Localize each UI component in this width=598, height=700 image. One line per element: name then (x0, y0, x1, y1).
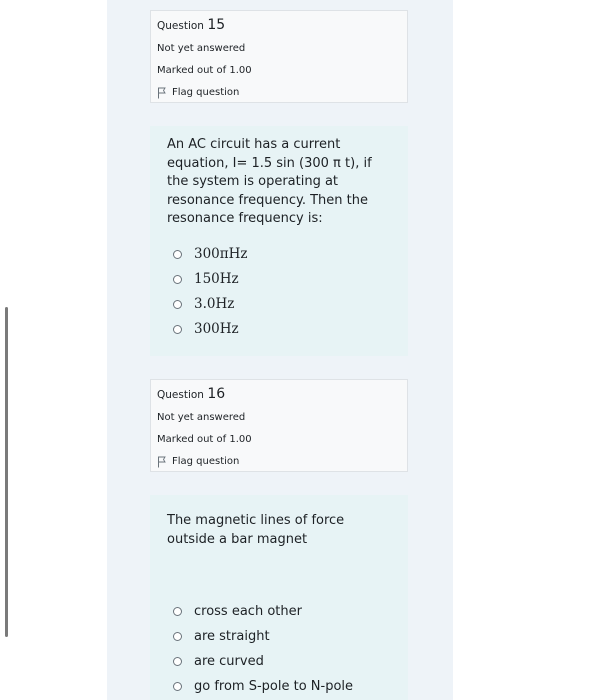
question-info-16: Question 16 Not yet answered Marked out … (150, 379, 408, 472)
answer-option[interactable]: 150Hz (173, 271, 239, 287)
question-formulation-16: The magnetic lines of force outside a ba… (150, 495, 408, 700)
flag-icon (158, 456, 166, 468)
radio-button[interactable] (173, 274, 182, 284)
answer-option[interactable]: 3.0Hz (173, 296, 234, 312)
radio-button[interactable] (173, 607, 182, 616)
radio-button[interactable] (173, 299, 182, 309)
question-text: An AC circuit has a current equation, I=… (167, 137, 372, 226)
answer-label[interactable]: 150Hz (194, 271, 239, 287)
answer-option[interactable]: 300πHz (173, 246, 248, 262)
answer-label[interactable]: are straight (194, 629, 270, 644)
question-word: Question (157, 20, 204, 32)
radio-button[interactable] (173, 657, 182, 666)
question-text: The magnetic lines of force outside a ba… (167, 513, 345, 547)
answer-label[interactable]: cross each other (194, 604, 302, 619)
flag-question-link[interactable]: Flag question (157, 82, 407, 104)
flag-question-label[interactable]: Flag question (172, 82, 239, 104)
scrollbar[interactable] (5, 307, 8, 637)
question-number-value: 15 (207, 17, 226, 33)
question-grade: Marked out of 1.00 (157, 65, 252, 76)
answer-label[interactable]: 300πHz (194, 246, 248, 262)
answer-option[interactable]: are curved (173, 654, 264, 669)
radio-button[interactable] (173, 249, 182, 259)
answer-label[interactable]: 300Hz (194, 321, 239, 337)
question-grade: Marked out of 1.00 (157, 434, 252, 445)
question-number: Question 15 (157, 16, 407, 38)
answer-label[interactable]: 3.0Hz (194, 296, 234, 312)
flag-question-link[interactable]: Flag question (157, 451, 407, 473)
question-state: Not yet answered (157, 412, 246, 423)
question-number: Question 16 (157, 385, 407, 407)
radio-button[interactable] (173, 632, 182, 641)
answer-option[interactable]: go from S-pole to N-pole (173, 679, 353, 694)
flag-icon (158, 87, 166, 99)
question-state: Not yet answered (157, 43, 246, 54)
question-word: Question (157, 389, 204, 401)
question-info-15: Question 15 Not yet answered Marked out … (150, 10, 408, 103)
question-number-value: 16 (207, 386, 226, 402)
radio-button[interactable] (173, 682, 182, 691)
answer-option[interactable]: cross each other (173, 604, 302, 619)
answer-label[interactable]: go from S-pole to N-pole (194, 679, 353, 694)
question-formulation-15: An AC circuit has a current equation, I=… (150, 126, 408, 356)
answer-option[interactable]: 300Hz (173, 321, 239, 337)
flag-question-label[interactable]: Flag question (172, 451, 239, 473)
radio-button[interactable] (173, 324, 182, 334)
answer-label[interactable]: are curved (194, 654, 264, 669)
answer-option[interactable]: are straight (173, 629, 270, 644)
